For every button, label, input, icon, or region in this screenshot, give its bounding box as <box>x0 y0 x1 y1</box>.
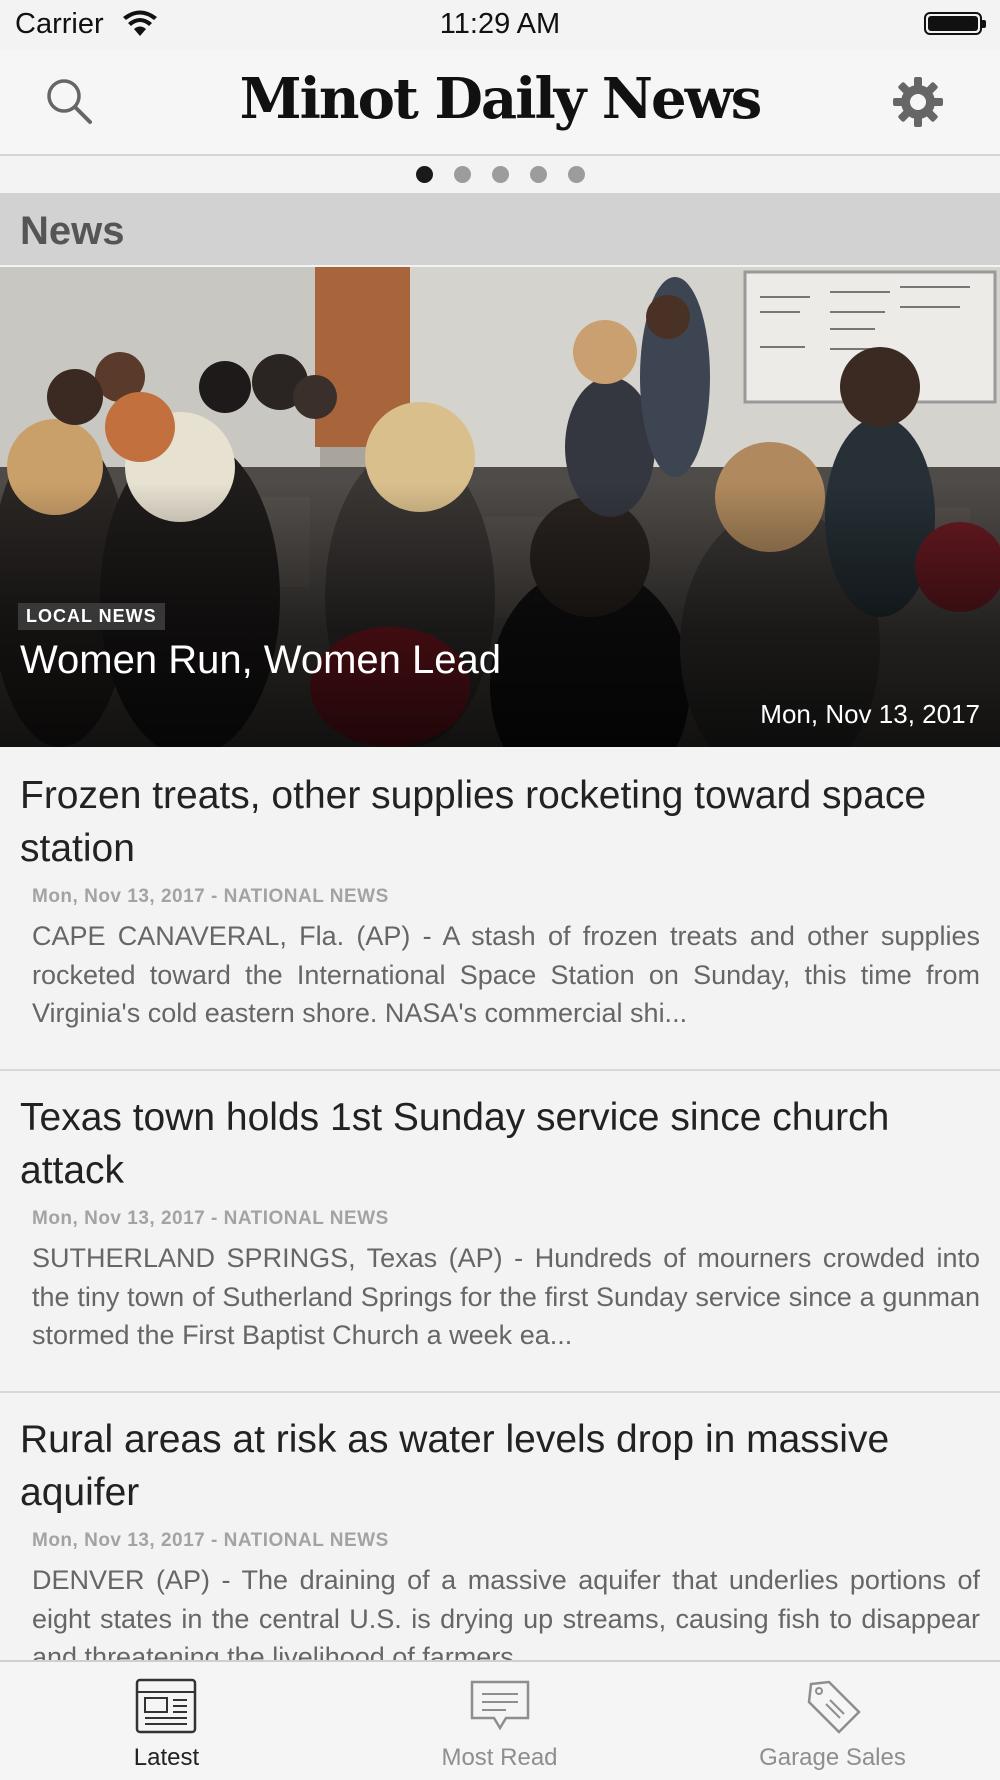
status-bar: Carrier 11:29 AM <box>0 0 1000 50</box>
page-dot[interactable] <box>529 166 547 183</box>
article-meta: Mon, Nov 13, 2017 - NATIONAL NEWS <box>32 1530 389 1551</box>
nav-bar: Minot Daily News <box>0 50 1000 156</box>
article-summary: CAPE CANAVERAL, Fla. (AP) - A stash of f… <box>32 921 980 1028</box>
article-headline[interactable]: Rural areas at risk as water levels drop… <box>20 1413 960 1519</box>
newspaper-icon <box>135 1678 196 1734</box>
page-dot[interactable] <box>567 166 585 183</box>
article-headline[interactable]: Texas town holds 1st Sunday service sinc… <box>20 1091 960 1197</box>
tab-bar: Latest Most Read Garage Sales <box>0 1660 1000 1780</box>
article-item[interactable]: Frozen treats, other supplies rocketing … <box>0 749 1000 1071</box>
page-dot[interactable] <box>491 166 509 183</box>
article-meta: Mon, Nov 13, 2017 - NATIONAL NEWS <box>32 886 389 907</box>
tab-label: Latest <box>133 1744 200 1771</box>
brand-title: Minot Daily News <box>239 66 763 132</box>
tab-label: Garage Sales <box>759 1744 906 1771</box>
battery-icon <box>924 12 986 35</box>
article-item[interactable]: Texas town holds 1st Sunday service sinc… <box>0 1071 1000 1393</box>
tab-label: Most Read <box>441 1744 558 1771</box>
message-icon <box>470 1680 529 1731</box>
tab-garage-sales[interactable]: Garage Sales <box>666 1662 999 1780</box>
hero-headline[interactable]: Women Run, Women Lead <box>20 638 501 683</box>
page-dot[interactable] <box>453 166 471 183</box>
article-summary: DENVER (AP) - The draining of a massive … <box>32 1565 980 1660</box>
article-meta: Mon, Nov 13, 2017 - NATIONAL NEWS <box>32 1208 389 1229</box>
hero-story[interactable]: LOCAL NEWS Women Run, Women Lead Mon, No… <box>0 267 1000 747</box>
sale-tag-icon <box>807 1680 861 1734</box>
page-dot[interactable] <box>415 166 433 183</box>
article-headline[interactable]: Frozen treats, other supplies rocketing … <box>20 769 960 875</box>
section-title: News <box>20 209 125 253</box>
tab-latest[interactable]: Latest <box>0 1662 333 1780</box>
category-badge: LOCAL NEWS <box>18 603 165 630</box>
article-item[interactable]: Rural areas at risk as water levels drop… <box>0 1393 1000 1660</box>
gear-icon[interactable] <box>892 76 944 128</box>
page-indicator[interactable] <box>0 166 1000 183</box>
clock: 11:29 AM <box>439 8 561 40</box>
tab-most-read[interactable]: Most Read <box>333 1662 666 1780</box>
section-header: News <box>0 193 1000 265</box>
hero-date: Mon, Nov 13, 2017 <box>760 699 980 729</box>
article-summary: SUTHERLAND SPRINGS, Texas (AP) - Hundred… <box>32 1243 980 1350</box>
